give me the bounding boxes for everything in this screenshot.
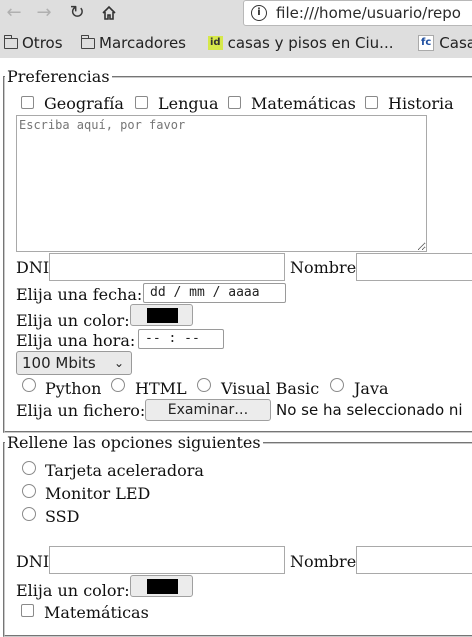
checkbox-label: Historia (388, 94, 454, 113)
url-bar[interactable]: i file:///home/usuario/repo (243, 0, 472, 26)
bookmark-label: casas y pisos en Ciu... (227, 34, 394, 52)
favicon-id-icon: id (208, 36, 223, 50)
dni-input[interactable] (49, 546, 285, 574)
back-button[interactable]: ← (2, 2, 26, 24)
reload-icon: ↻ (69, 2, 85, 23)
info-icon[interactable]: i (251, 5, 267, 21)
bookmarks-bar: Otros Marcadores id casas y pisos en Ciu… (0, 30, 472, 56)
checkbox-label: Lengua (158, 94, 219, 113)
bookmark-casas-pisos[interactable]: id casas y pisos en Ciu... (208, 34, 394, 52)
radio-tarjeta-aceleradora[interactable] (22, 461, 36, 475)
bookmark-otros[interactable]: Otros (3, 34, 63, 52)
forward-arrow-icon: → (36, 2, 52, 23)
nombre-input[interactable] (356, 253, 472, 281)
checkbox-historia[interactable] (365, 96, 378, 109)
bookmark-label: Casa (439, 34, 472, 52)
browse-button[interactable]: Examinar… (145, 399, 271, 421)
bookmark-casa[interactable]: fc Casa (418, 34, 472, 52)
checkbox-label: Geografía (44, 94, 124, 113)
reload-button[interactable]: ↻ (65, 2, 89, 24)
radio-python[interactable] (22, 378, 36, 392)
radio-label: Monitor LED (45, 484, 151, 503)
color-label: Elija un color: (16, 311, 130, 330)
dni-label: DNI (16, 258, 50, 277)
folder-icon (3, 34, 18, 49)
checkbox-label: Matemáticas (44, 603, 149, 622)
radio-label: Visual Basic (221, 379, 320, 398)
file-status: No se ha seleccionado ni (276, 401, 463, 419)
checkbox-matematicas[interactable] (228, 96, 241, 109)
speed-select[interactable]: 100 Mbits ⌄ (16, 351, 132, 375)
chevron-down-icon: ⌄ (113, 356, 124, 370)
browser-chrome: ← → ↻ i file:///home/usuario/repo Otros … (0, 0, 472, 58)
radio-label: HTML (135, 379, 187, 398)
fieldset-legend: Preferencias (7, 67, 110, 86)
radio-visual-basic[interactable] (197, 378, 211, 392)
nombre-label: Nombre (290, 258, 357, 277)
nombre-label: Nombre (290, 552, 357, 571)
fecha-label: Elija una fecha: (16, 285, 143, 304)
nombre-input[interactable] (356, 546, 472, 574)
date-input[interactable]: dd / mm / aaaa (143, 283, 286, 303)
home-icon (102, 5, 116, 20)
radio-monitor-led[interactable] (22, 484, 36, 498)
bookmark-label: Otros (22, 34, 63, 52)
radio-html[interactable] (111, 378, 125, 392)
color-label: Elija un color: (16, 581, 130, 600)
dni-input[interactable] (49, 253, 285, 281)
color-swatch (147, 579, 178, 594)
color-picker[interactable] (130, 304, 193, 326)
radio-label: Python (45, 379, 102, 398)
checkbox-lengua[interactable] (135, 96, 148, 109)
favicon-fc-icon: fc (418, 35, 435, 51)
fieldset-legend: Rellene las opciones siguientes (7, 433, 261, 452)
home-button[interactable] (97, 2, 121, 24)
hora-label: Elija una hora: (16, 331, 136, 350)
bookmark-label: Marcadores (99, 34, 186, 52)
browser-toolbar: ← → ↻ i file:///home/usuario/repo (0, 0, 472, 28)
radio-java[interactable] (330, 378, 344, 392)
color-picker[interactable] (130, 575, 193, 597)
url-text: file:///home/usuario/repo (276, 4, 461, 22)
radio-label: Java (354, 379, 389, 398)
color-swatch (147, 308, 178, 323)
back-arrow-icon: ← (6, 2, 22, 23)
radio-label: SSD (45, 507, 80, 526)
checkbox-matematicas[interactable] (21, 604, 34, 617)
forward-button[interactable]: → (32, 2, 56, 24)
dni-label: DNI (16, 552, 50, 571)
folder-icon (80, 34, 95, 49)
page-content: Preferencias Geografía Lengua Matemática… (0, 58, 472, 637)
checkbox-geografia[interactable] (21, 96, 34, 109)
time-input[interactable]: -- : -- (138, 329, 224, 349)
fichero-label: Elija un fichero: (16, 401, 146, 420)
checkbox-label: Matemáticas (251, 94, 356, 113)
comment-textarea[interactable] (16, 115, 427, 252)
select-value: 100 Mbits (22, 354, 96, 372)
radio-label: Tarjeta aceleradora (45, 461, 204, 480)
radio-ssd[interactable] (22, 507, 36, 521)
bookmark-marcadores[interactable]: Marcadores (80, 34, 186, 52)
